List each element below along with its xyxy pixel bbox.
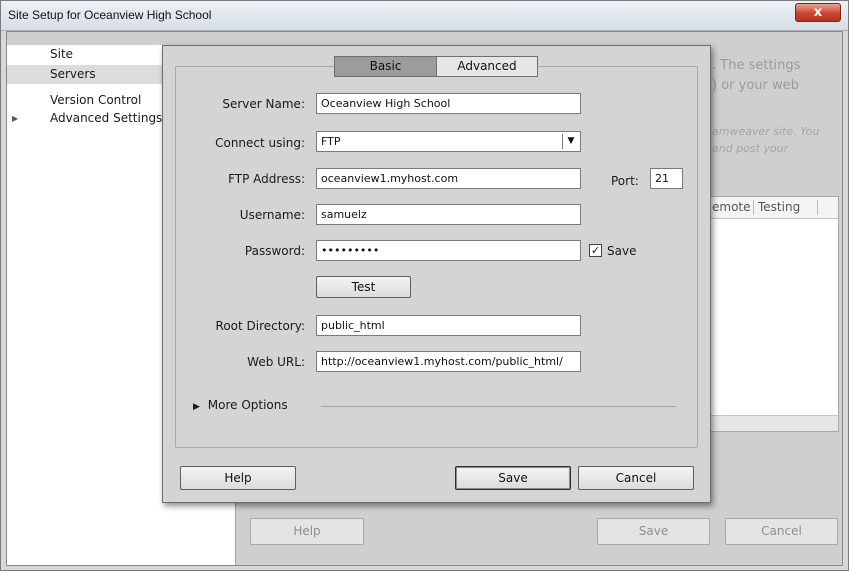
server-settings-dialog: Basic Advanced Server Name: Oceanview Hi…: [162, 45, 711, 503]
background-info-text: ) or your web: [712, 78, 799, 93]
sidebar-item-label: Advanced Settings: [50, 111, 163, 125]
sidebar-item-label: Site: [50, 47, 74, 61]
server-name-input[interactable]: Oceanview High School: [316, 93, 581, 114]
web-url-input[interactable]: http://oceanview1.myhost.com/public_html…: [316, 351, 581, 372]
column-header-testing[interactable]: Testing: [758, 200, 800, 214]
more-options-toggle[interactable]: ▶ More Options: [193, 398, 288, 412]
expand-arrow-icon[interactable]: ▶: [12, 109, 18, 128]
username-input[interactable]: samuelz: [316, 204, 581, 225]
title-bar[interactable]: Site Setup for Oceanview High School x: [1, 1, 848, 31]
connect-using-label: Connect using:: [215, 136, 305, 150]
cancel-button[interactable]: Cancel: [578, 466, 694, 490]
tab-basic[interactable]: Basic: [334, 56, 437, 77]
test-connection-button[interactable]: Test: [316, 276, 411, 298]
help-button[interactable]: Help: [180, 466, 296, 490]
save-button[interactable]: Save: [455, 466, 571, 490]
tab-advanced[interactable]: Advanced: [436, 56, 538, 77]
background-save-button[interactable]: Save: [597, 518, 710, 545]
more-options-label: More Options: [207, 398, 288, 412]
connect-using-value: FTP: [321, 135, 341, 148]
port-label: Port:: [611, 174, 639, 188]
close-button[interactable]: x: [795, 3, 841, 22]
column-divider: [753, 200, 754, 215]
ftp-address-input[interactable]: oceanview1.myhost.com: [316, 168, 581, 189]
connect-using-select[interactable]: FTP ▼: [316, 131, 581, 152]
ftp-address-label: FTP Address:: [228, 172, 305, 186]
password-input[interactable]: •••••••••: [316, 240, 581, 261]
username-label: Username:: [239, 208, 305, 222]
expand-arrow-icon: ▶: [193, 402, 200, 412]
password-label: Password:: [244, 244, 305, 258]
background-info-italic: amweaver site. You: [712, 125, 820, 138]
check-icon: ✓: [590, 244, 601, 257]
background-cancel-button[interactable]: Cancel: [725, 518, 838, 545]
more-options-divider: [321, 406, 676, 407]
background-help-button[interactable]: Help: [250, 518, 364, 545]
port-input[interactable]: 21: [650, 168, 683, 189]
close-icon: x: [813, 5, 823, 20]
chevron-down-icon[interactable]: ▼: [562, 134, 579, 149]
background-info-italic: and post your: [712, 142, 789, 155]
window-title: Site Setup for Oceanview High School: [8, 8, 212, 22]
root-directory-label: Root Directory:: [215, 319, 305, 333]
column-header-remote[interactable]: emote: [712, 200, 751, 214]
background-info-text: . The settings: [712, 58, 801, 73]
save-password-label: Save: [607, 244, 637, 258]
column-divider: [817, 200, 818, 215]
sidebar-item-label: Servers: [50, 67, 96, 81]
sidebar-item-label: Version Control: [50, 93, 142, 107]
server-name-label: Server Name:: [222, 97, 305, 111]
web-url-label: Web URL:: [247, 355, 305, 369]
save-password-checkbox[interactable]: ✓: [589, 244, 602, 257]
root-directory-input[interactable]: public_html: [316, 315, 581, 336]
